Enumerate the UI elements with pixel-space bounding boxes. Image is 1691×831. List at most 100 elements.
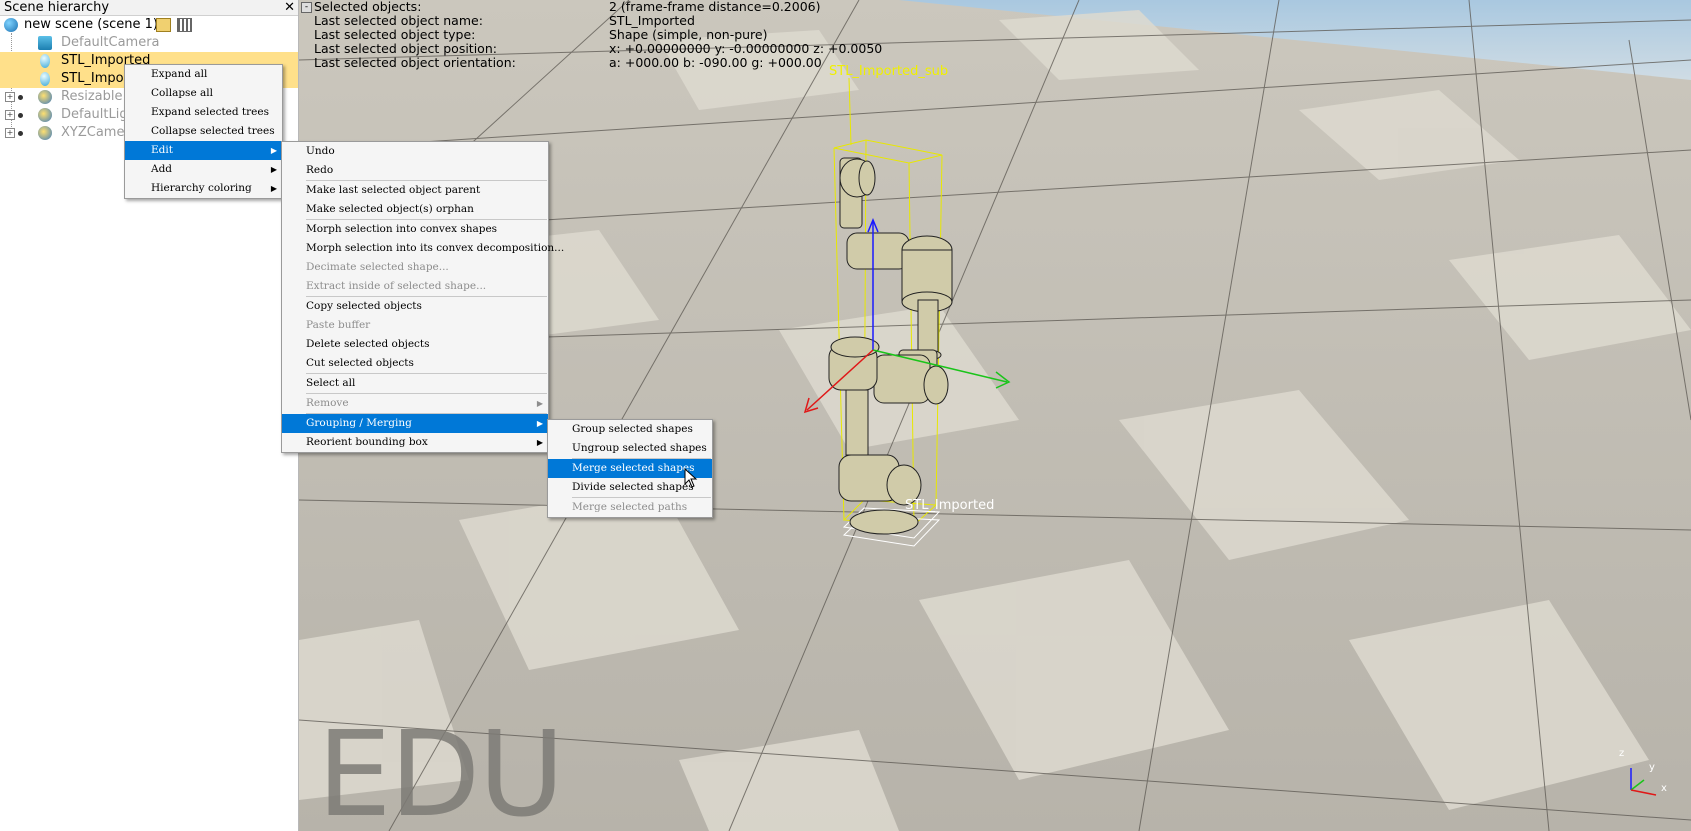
tree-item-label: Resizable: [61, 89, 123, 104]
info-value: 2 (frame-frame distance=0.2006): [609, 0, 821, 14]
menu-item-expand-selected-trees[interactable]: Expand selected trees: [125, 103, 282, 122]
menu-item-extract-inside: Extract inside of selected shape...: [282, 277, 548, 296]
edu-watermark: EDU: [317, 705, 565, 831]
menu-item-label: Expand all: [151, 68, 208, 80]
menu-item-morph-convex[interactable]: Morph selection into convex shapes: [282, 220, 548, 239]
menu-item-make-orphan[interactable]: Make selected object(s) orphan: [282, 200, 548, 219]
info-row-object-name: Last selected object name: STL_Imported: [299, 14, 1119, 28]
tree-item-label: DefaultCamera: [61, 35, 160, 50]
menu-item-group-shapes[interactable]: Group selected shapes: [548, 420, 712, 439]
menu-item-label: Make last selected object parent: [306, 184, 481, 196]
info-key: Selected objects:: [314, 0, 422, 14]
info-value: a: +000.00 b: -090.00 g: +000.00: [609, 55, 822, 70]
model-icon: [38, 126, 52, 140]
menu-item-label: Extract inside of selected shape...: [306, 280, 487, 292]
axis-label-z: z: [1619, 748, 1625, 759]
info-row-object-position: Last selected object position: x: +0.000…: [299, 42, 1119, 56]
scene-root-label: new scene (scene 1): [24, 17, 158, 32]
mouse-cursor-icon: [684, 468, 698, 488]
menu-item-expand-all[interactable]: Expand all: [125, 65, 282, 84]
menu-item-cut[interactable]: Cut selected objects: [282, 354, 548, 373]
model-icon: [38, 90, 52, 104]
submenu-arrow-icon: ▶: [536, 438, 543, 447]
menu-item-add[interactable]: Add ▶: [125, 160, 282, 179]
globe-icon: [4, 18, 18, 32]
menu-item-label: Select all: [306, 377, 356, 389]
submenu-arrow-icon: ▶: [270, 165, 277, 174]
menu-item-label: Merge selected shapes: [572, 462, 695, 474]
menu-item-label: Copy selected objects: [306, 300, 422, 312]
hierarchy-context-menu: Expand all Collapse all Expand selected …: [124, 64, 283, 199]
menu-item-delete[interactable]: Delete selected objects: [282, 335, 548, 354]
menu-item-hierarchy-coloring[interactable]: Hierarchy coloring ▶: [125, 179, 282, 198]
menu-item-label: Delete selected objects: [306, 338, 430, 350]
info-key: Last selected object orientation:: [314, 55, 516, 70]
info-value: STL_Imported: [609, 13, 695, 28]
menu-item-label: Make selected object(s) orphan: [306, 203, 474, 215]
menu-item-copy[interactable]: Copy selected objects: [282, 297, 548, 316]
menu-item-morph-decomposition[interactable]: Morph selection into its convex decompos…: [282, 239, 564, 258]
expand-icon[interactable]: +: [5, 110, 15, 120]
menu-item-make-parent[interactable]: Make last selected object parent: [282, 181, 548, 200]
menu-item-collapse-all[interactable]: Collapse all: [125, 84, 282, 103]
model-dot-icon: [18, 95, 23, 100]
menu-item-collapse-selected-trees[interactable]: Collapse selected trees: [125, 122, 282, 141]
submenu-arrow-icon: ▶: [536, 399, 543, 408]
tree-item-label: XYZCame: [61, 125, 125, 140]
menu-item-ungroup-shapes[interactable]: Ungroup selected shapes: [548, 439, 712, 458]
menu-item-undo[interactable]: Undo: [282, 142, 548, 161]
menu-item-label: Hierarchy coloring: [151, 182, 252, 194]
shape-icon: [40, 54, 50, 68]
menu-item-label: Group selected shapes: [572, 423, 693, 435]
submenu-arrow-icon: ▶: [536, 419, 543, 428]
menu-item-remove: Remove ▶: [282, 394, 548, 413]
model-dot-icon: [18, 113, 23, 118]
menu-item-label: Expand selected trees: [151, 106, 269, 118]
menu-item-label: Collapse selected trees: [151, 125, 275, 137]
expand-icon[interactable]: +: [5, 92, 15, 102]
info-key: Last selected object type:: [314, 27, 476, 42]
close-icon[interactable]: ✕: [284, 0, 295, 15]
menu-item-redo[interactable]: Redo: [282, 161, 548, 180]
menu-item-label: Morph selection into convex shapes: [306, 223, 498, 235]
menu-item-label: Ungroup selected shapes: [572, 442, 707, 454]
scene-hierarchy-title-text: Scene hierarchy: [4, 0, 110, 15]
object-label-stl-imported: STL_Imported: [905, 498, 995, 513]
model-icon: [38, 108, 52, 122]
camera-icon: [38, 36, 52, 50]
info-key: Last selected object position:: [314, 41, 497, 56]
menu-item-label: Redo: [306, 164, 334, 176]
info-key: Last selected object name:: [314, 13, 483, 28]
axis-label-y: y: [1649, 762, 1655, 773]
scene-layers-icon[interactable]: [177, 18, 192, 32]
submenu-arrow-icon: ▶: [270, 146, 277, 155]
menu-item-label: Add: [151, 163, 173, 175]
menu-item-reorient-bounding-box[interactable]: Reorient bounding box ▶: [282, 433, 548, 452]
info-value: x: +0.00000000 y: -0.00000000 z: +0.0050: [609, 41, 883, 56]
shape-icon: [40, 72, 50, 86]
menu-item-grouping-merging[interactable]: Grouping / Merging ▶: [282, 414, 548, 433]
menu-item-label: Grouping / Merging: [306, 417, 412, 429]
object-info-overlay: - Selected objects: 2 (frame-frame dista…: [299, 0, 1119, 70]
scene-note-icon[interactable]: [156, 18, 171, 32]
menu-item-label: Undo: [306, 145, 335, 157]
scene-hierarchy-title: Scene hierarchy ✕: [0, 0, 298, 16]
menu-item-label: Collapse all: [151, 87, 213, 99]
menu-item-decimate: Decimate selected shape...: [282, 258, 548, 277]
info-row-object-orientation: Last selected object orientation: a: +00…: [299, 56, 1119, 70]
menu-item-edit[interactable]: Edit ▶: [125, 141, 282, 160]
expand-icon[interactable]: +: [5, 128, 15, 138]
menu-item-label: Reorient bounding box: [306, 436, 428, 448]
edit-submenu: Undo Redo Make last selected object pare…: [281, 141, 564, 453]
object-label-stl-imported-sub: STL_Imported_sub: [829, 64, 949, 79]
axis-label-x: x: [1661, 783, 1667, 794]
tree-item-defaultcamera[interactable]: DefaultCamera: [0, 34, 298, 52]
info-row-object-type: Last selected object type: Shape (simple…: [299, 28, 1119, 42]
menu-item-paste: Paste buffer: [282, 316, 548, 335]
menu-item-label: Decimate selected shape...: [306, 261, 449, 273]
menu-item-merge-paths: Merge selected paths: [548, 498, 712, 517]
tree-item-label: DefaultLigl: [61, 107, 132, 122]
submenu-arrow-icon: ▶: [270, 184, 277, 193]
menu-item-label: Merge selected paths: [572, 501, 688, 513]
menu-item-select-all[interactable]: Select all: [282, 374, 548, 393]
